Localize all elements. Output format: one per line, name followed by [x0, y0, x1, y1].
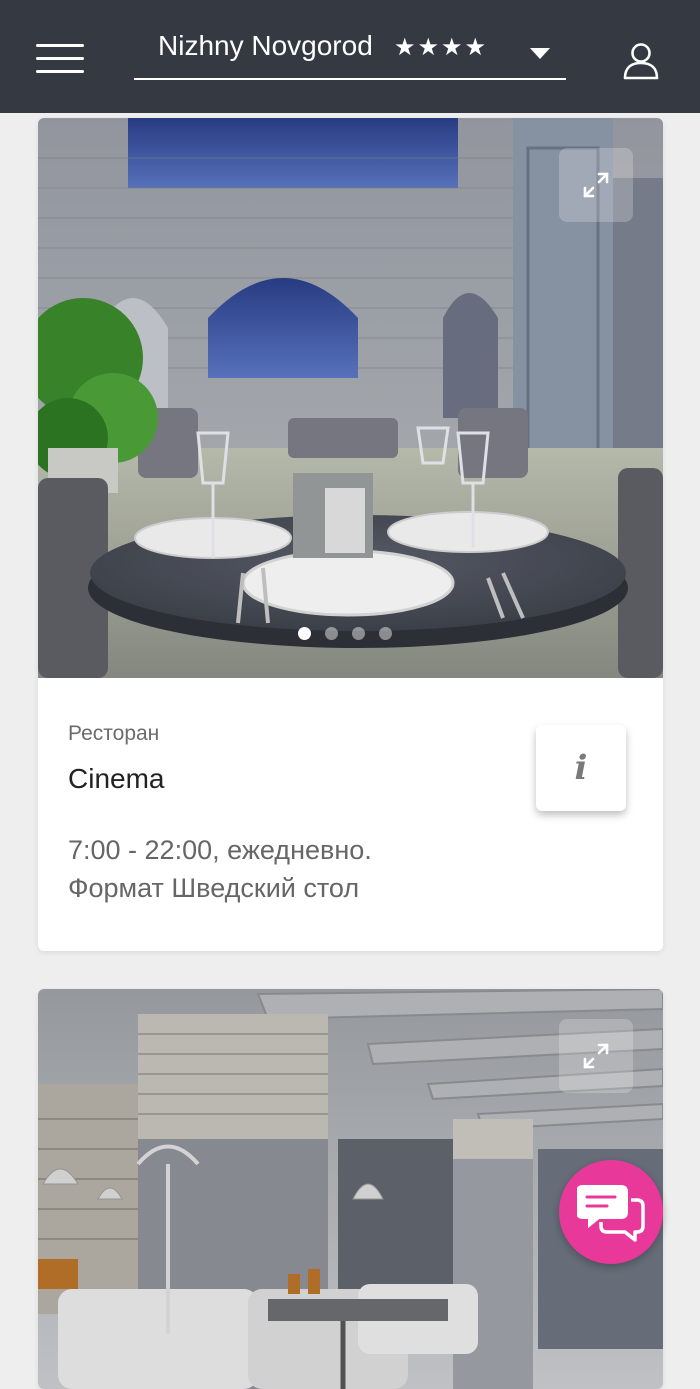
hamburger-menu-icon[interactable] — [36, 44, 84, 76]
venue-category: Ресторан — [68, 722, 160, 745]
opening-hours: 7:00 - 22:00, ежедневно. — [68, 835, 372, 865]
expand-icon[interactable] — [559, 1019, 633, 1093]
hotel-name: Nizhny Novgorod — [158, 30, 373, 61]
expand-icon[interactable] — [559, 148, 633, 222]
gallery-dot[interactable] — [379, 627, 392, 640]
caret-down-icon — [530, 48, 550, 59]
info-button[interactable]: i — [536, 725, 626, 811]
service-format: Формат Шведский стол — [68, 873, 360, 903]
restaurant-card[interactable]: Ресторан Cinema i 7:00 - 22:00, ежедневн… — [38, 118, 663, 951]
chat-bubbles-icon — [577, 1185, 645, 1242]
gallery-dot[interactable] — [352, 627, 365, 640]
venue-title: Cinema — [68, 763, 165, 794]
hotel-selector[interactable]: Nizhny Novgorod ★★★★ — [134, 22, 566, 80]
gallery-dot[interactable] — [325, 627, 338, 640]
chat-button[interactable] — [559, 1160, 663, 1264]
hotel-stars: ★★★★ — [394, 34, 489, 61]
user-icon[interactable] — [622, 42, 660, 80]
gallery-dot[interactable] — [298, 627, 311, 640]
restaurant-photo[interactable] — [38, 118, 663, 678]
top-app-bar: Nizhny Novgorod ★★★★ — [0, 0, 700, 113]
